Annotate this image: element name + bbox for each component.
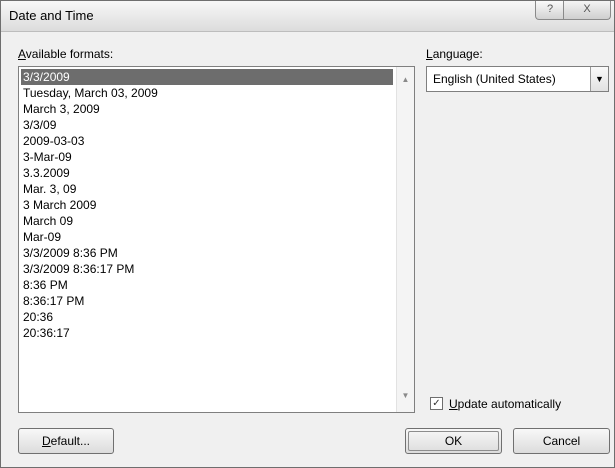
format-list-item[interactable]: Tuesday, March 03, 2009: [21, 85, 393, 101]
update-hotkey: U: [449, 397, 458, 411]
default-button[interactable]: Default...: [18, 428, 114, 454]
format-list-item[interactable]: March 09: [21, 213, 393, 229]
format-list-item[interactable]: Mar-09: [21, 229, 393, 245]
format-list-item[interactable]: 8:36:17 PM: [21, 293, 393, 309]
format-list-item[interactable]: 2009-03-03: [21, 133, 393, 149]
update-automatically-label[interactable]: Update automatically: [449, 397, 561, 411]
language-label-text: anguage:: [432, 47, 483, 61]
formats-scrollbar[interactable]: ▲ ▼: [396, 67, 414, 412]
format-list-item[interactable]: March 3, 2009: [21, 101, 393, 117]
close-button[interactable]: X: [563, 1, 611, 20]
format-list-item[interactable]: 8:36 PM: [21, 277, 393, 293]
format-list-item[interactable]: Mar. 3, 09: [21, 181, 393, 197]
default-hotkey: D: [41, 434, 51, 448]
date-time-dialog: Date and Time ? X Available formats: 3/3…: [0, 0, 615, 468]
language-label: Language:: [426, 47, 483, 61]
cancel-button[interactable]: Cancel: [513, 428, 610, 454]
formats-list: 3/3/2009 Tuesday, March 03, 2009 March 3, …: [21, 69, 393, 341]
update-label-text: pdate automatically: [457, 397, 562, 411]
format-list-item[interactable]: 3.3.2009: [21, 165, 393, 181]
format-list-item[interactable]: 3/3/2009 8:36:17 PM: [21, 261, 393, 277]
format-list-item[interactable]: 3/3/09: [21, 117, 393, 133]
format-list-item[interactable]: 3-Mar-09: [21, 149, 393, 165]
formats-hotkey: A: [18, 47, 26, 61]
scroll-up-icon[interactable]: ▲: [397, 71, 414, 88]
format-list-item[interactable]: 3 March 2009: [21, 197, 393, 213]
help-button[interactable]: ?: [535, 1, 565, 20]
format-list-item[interactable]: 3/3/2009 8:36 PM: [21, 245, 393, 261]
scroll-down-icon[interactable]: ▼: [397, 387, 414, 404]
available-formats-label: Available formats:: [18, 47, 113, 61]
ok-focus-ring: [408, 431, 499, 451]
update-automatically-checkbox[interactable]: ✓: [430, 397, 443, 410]
chevron-down-icon[interactable]: ▼: [590, 67, 608, 91]
default-label-text: efault...: [50, 434, 91, 448]
language-value: English (United States): [433, 72, 556, 86]
formats-label-text: vailable formats:: [25, 47, 114, 61]
format-list-item[interactable]: 20:36: [21, 309, 393, 325]
formats-listbox[interactable]: 3/3/2009 Tuesday, March 03, 2009 March 3, …: [18, 66, 415, 413]
language-select[interactable]: English (United States) ▼: [426, 66, 609, 92]
language-hotkey: L: [426, 47, 433, 61]
ok-button[interactable]: OK: [405, 428, 502, 454]
dialog-title: Date and Time: [9, 8, 94, 23]
title-bar: Date and Time ? X: [1, 1, 614, 32]
format-list-item[interactable]: 20:36:17: [21, 325, 393, 341]
format-list-item[interactable]: 3/3/2009: [21, 69, 393, 85]
